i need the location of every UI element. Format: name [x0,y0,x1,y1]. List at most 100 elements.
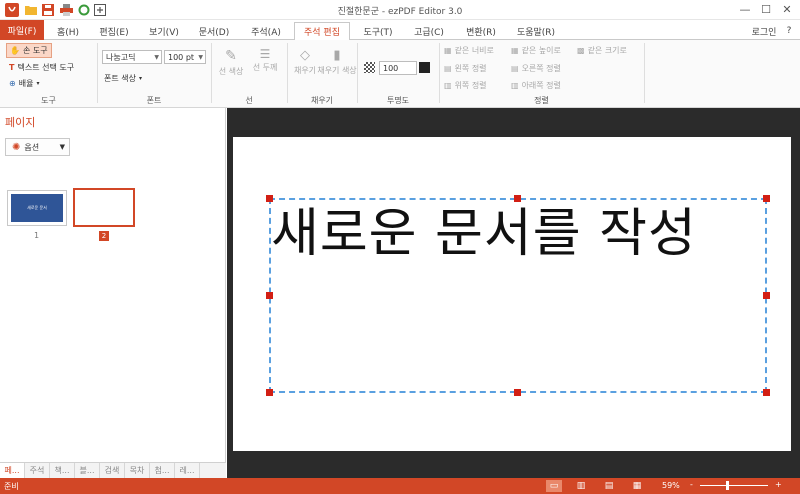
zoom-arrange-button[interactable]: ⊕ 배율 ▾ [9,78,39,89]
resize-handle-top-left[interactable] [266,195,273,202]
gear-icon: ✺ [12,141,21,153]
same-size-label: 같은 크기로 [587,46,627,55]
resize-handle-bottom-right[interactable] [763,389,770,396]
fill-button[interactable]: ◇ 채우기 [291,48,319,76]
font-family-select[interactable]: 나눔고딕 ▼ [102,50,162,64]
tab-file[interactable]: 파일(F) [0,20,44,40]
panel-tab-toc[interactable]: 목차 [125,463,150,478]
fill-label: 채우기 [293,66,317,75]
ribbon-divider [287,43,288,103]
ribbon-divider [644,43,645,103]
line-color-label: 선 색상 [218,67,244,76]
opacity-input[interactable]: 100 [379,61,417,75]
ribbon-divider [439,43,440,103]
same-width-label: 같은 너비로 [454,46,494,55]
text-select-icon: T [9,63,15,72]
same-width-button[interactable]: ▦ 같은 너비로 [444,45,494,56]
fill-color-label: 채우기 색상 [317,66,357,75]
align-right-label: 오른쪽 정렬 [521,64,561,73]
panel-tab-search[interactable]: 검색 [100,463,125,478]
line-color-button[interactable]: ✎ 선 색상 [217,48,245,77]
chevron-down-icon: ▼ [198,54,203,61]
maximize-button[interactable]: ☐ [756,1,776,17]
text-select-button[interactable]: T 텍스트 선택 도구 [9,62,74,73]
ribbon: ✋ 손 도구 T 텍스트 선택 도구 ⊕ 배율 ▾ 도구 나눔고딕 ▼ 100 … [0,40,800,108]
font-family-value: 나눔고딕 [106,52,136,62]
login-link[interactable]: 로그인 [748,22,780,40]
tab-home[interactable]: 홈(H) [50,22,86,40]
page-panel-title: 페이지 [5,116,36,129]
align-top-label: 위쪽 정렬 [454,81,487,90]
align-left-label: 왼쪽 정렬 [454,64,487,73]
page-number-1: 1 [34,231,40,240]
line-width-button[interactable]: ☰ 선 두께 [251,48,279,73]
zoom-slider-track[interactable] [700,485,768,486]
panel-tab-layers[interactable]: 레... [175,463,200,478]
zoom-in-button[interactable]: + [775,480,782,489]
align-left-button[interactable]: ▤ 왼쪽 정렬 [444,63,487,74]
align-top-icon: ▥ [444,81,452,90]
ribbon-divider [97,43,98,103]
status-text: 준비 [4,482,19,491]
fill-color-button[interactable]: ▮ 채우기 색상 [317,48,356,76]
resize-handle-bottom-left[interactable] [266,389,273,396]
opacity-checker-icon [364,62,375,73]
align-right-button[interactable]: ▤ 오른쪽 정렬 [511,63,561,74]
font-color-button[interactable]: 폰트 색상 ▾ [104,73,142,84]
tab-tools[interactable]: 도구(T) [356,22,400,40]
panel-tab-attachments[interactable]: 첨... [150,463,175,478]
text-select-label: 텍스트 선택 도구 [17,63,75,72]
page-thumbnail-2[interactable] [73,188,135,227]
help-button[interactable]: ? [782,22,796,40]
tab-annotation-edit[interactable]: 주석 편집 [294,22,350,41]
resize-handle-bottom[interactable] [514,389,521,396]
two-page-view-icon[interactable]: ▥ [573,480,589,492]
fill-icon: ◇ [300,48,310,63]
zoom-percent: 59% [662,481,680,490]
font-size-select[interactable]: 100 pt ▼ [164,50,206,64]
same-size-button[interactable]: ▩ 같은 크기로 [577,45,627,56]
continuous-view-icon[interactable]: ▤ [601,480,617,492]
tab-advanced[interactable]: 고급(C) [406,22,452,40]
panel-tab-bookmarks[interactable]: 책... [50,463,75,478]
line-width-icon: ☰ [259,47,271,61]
tab-help[interactable]: 도움말(R) [510,22,562,40]
close-button[interactable]: ✕ [777,1,797,17]
resize-handle-top[interactable] [514,195,521,202]
resize-handle-left[interactable] [266,292,273,299]
single-page-view-icon[interactable]: ▭ [546,480,562,492]
options-button[interactable]: ✺ 옵션 ▼ [5,138,70,156]
tab-document[interactable]: 문서(D) [192,22,236,40]
ribbon-divider [357,43,358,103]
chevron-down-icon: ▾ [138,75,142,82]
same-height-icon: ▦ [511,46,519,55]
same-size-icon: ▩ [577,46,585,55]
zoom-out-button[interactable]: - [690,480,693,489]
resize-handle-top-right[interactable] [763,195,770,202]
same-height-button[interactable]: ▦ 같은 높이로 [511,45,561,56]
zoom-slider-thumb[interactable] [726,481,729,490]
hand-tool-button[interactable]: ✋ 손 도구 [6,43,52,58]
tab-view[interactable]: 보기(V) [142,22,186,40]
panel-tab-annotations[interactable]: 주석 [25,463,50,478]
pdf-page[interactable]: 새로운 문서를 작성 [233,137,791,451]
tab-edit[interactable]: 편집(E) [92,22,136,40]
annotation-text: 새로운 문서를 작성 [271,204,697,264]
align-top-button[interactable]: ▥ 위쪽 정렬 [444,80,487,91]
resize-handle-right[interactable] [763,292,770,299]
minimize-button[interactable]: — [735,1,755,17]
group-label-line: 선 [245,96,253,105]
panel-tab-pages[interactable]: 페... [0,463,25,478]
title-bar: 진절한문군 - ezPDF Editor 3.0 — ☐ ✕ [0,0,800,20]
tab-convert[interactable]: 변환(R) [458,22,504,40]
opacity-color-icon[interactable] [419,62,430,73]
align-right-icon: ▤ [511,64,519,73]
group-label-align: 정렬 [534,96,549,105]
tab-annotation[interactable]: 주석(A) [244,22,288,40]
align-bottom-button[interactable]: ▥ 아래쪽 정렬 [511,80,561,91]
panel-tab-blocks[interactable]: 블... [75,463,100,478]
text-annotation-box[interactable]: 새로운 문서를 작성 [269,198,767,393]
grid-view-icon[interactable]: ▦ [629,480,645,492]
zoom-icon: ⊕ [9,79,16,88]
page-thumbnail-1[interactable]: 새로운 문서 [7,190,67,226]
